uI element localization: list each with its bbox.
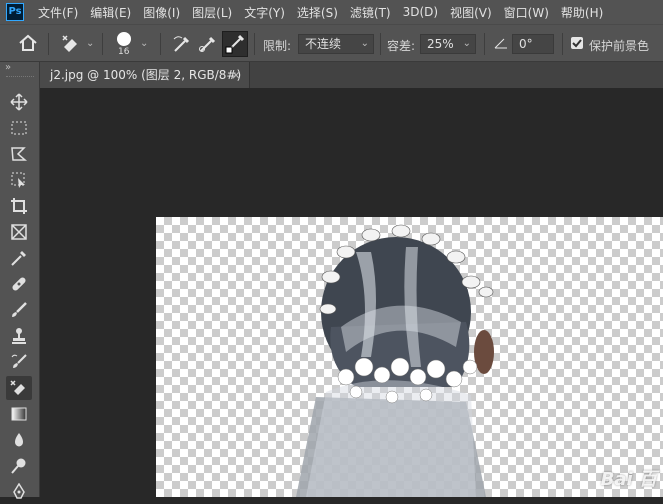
photoshop-logo: Ps xyxy=(6,3,24,21)
dodge-tool[interactable] xyxy=(6,454,32,478)
pen-tool[interactable] xyxy=(6,480,32,504)
limit-label: 限制: xyxy=(263,39,292,53)
tolerance-field[interactable]: 25% ⌄ xyxy=(420,34,476,54)
toolbar-grip[interactable] xyxy=(6,76,34,79)
gradient-icon xyxy=(11,407,27,421)
droplet-icon xyxy=(15,433,23,447)
dodge-icon xyxy=(11,458,26,474)
menu-view[interactable]: 视图(V) xyxy=(444,4,498,21)
limit-chevron-down-icon: ⌄ xyxy=(360,38,369,49)
crop-icon xyxy=(11,198,27,214)
menu-help[interactable]: 帮助(H) xyxy=(555,4,609,21)
eyedropper-icon xyxy=(11,251,26,266)
brush-chevron-down-icon[interactable]: ⌄ xyxy=(140,38,148,49)
limit-value: 不连续 xyxy=(305,37,342,51)
background-eraser-tool[interactable] xyxy=(6,376,32,400)
eyedropper-tool[interactable] xyxy=(6,246,32,270)
stamp-icon xyxy=(12,328,26,344)
menu-filter[interactable]: 滤镜(T) xyxy=(344,4,397,21)
options-bar: ⌄ 16 ⌄ 限制: 不连续 ⌄ 容差: 25% ⌄ 0° 保护前景色 xyxy=(0,24,663,62)
sampling-once-icon[interactable] xyxy=(198,34,218,57)
frame-tool[interactable] xyxy=(6,220,32,244)
blur-tool[interactable] xyxy=(6,428,32,452)
lasso-tool[interactable] xyxy=(6,142,32,166)
healing-tool[interactable] xyxy=(6,272,32,296)
gradient-tool[interactable] xyxy=(6,402,32,426)
document-tab-strip: j2.jpg @ 100% (图层 2, RGB/8#) * × xyxy=(40,62,663,108)
bandage-icon xyxy=(12,277,26,291)
angle-icon xyxy=(494,36,508,53)
protect-foreground-checkbox[interactable] xyxy=(571,37,583,49)
tolerance-value: 25% xyxy=(427,37,454,51)
document-canvas[interactable]: Bai 百 xyxy=(156,217,663,497)
limit-dropdown[interactable]: 不连续 ⌄ xyxy=(298,34,374,54)
angle-value: 0° xyxy=(519,37,533,51)
pen-icon xyxy=(13,483,25,499)
brush-size-value: 16 xyxy=(118,47,130,57)
protect-foreground-label: 保护前景色 xyxy=(589,39,650,53)
clone-stamp-tool[interactable] xyxy=(6,324,32,348)
history-brush-tool[interactable] xyxy=(6,350,32,374)
menu-layer[interactable]: 图层(L) xyxy=(186,4,238,21)
object-select-icon xyxy=(11,172,25,188)
background-eraser-preset-icon[interactable] xyxy=(60,33,84,58)
angle-field[interactable]: 0° xyxy=(512,34,554,54)
sampling-swatch-button[interactable] xyxy=(222,31,248,57)
tolerance-label: 容差: xyxy=(387,39,416,53)
bride-veil-image xyxy=(296,224,494,497)
brush-icon xyxy=(12,302,27,317)
menu-file[interactable]: 文件(F) xyxy=(32,4,84,21)
history-brush-icon xyxy=(11,354,27,368)
tolerance-chevron-down-icon: ⌄ xyxy=(462,38,471,49)
crop-tool[interactable] xyxy=(6,194,32,218)
canvas-area[interactable]: Bai 百 xyxy=(40,88,663,497)
menu-image[interactable]: 图像(I) xyxy=(137,4,186,21)
menu-bar: Ps 文件(F) 编辑(E) 图像(I) 图层(L) 文字(Y) 选择(S) 滤… xyxy=(0,0,663,24)
watermark-text: Bai 百 xyxy=(600,469,657,490)
close-tab-icon[interactable]: × xyxy=(231,62,241,88)
background-eraser-icon xyxy=(10,380,25,395)
menu-type[interactable]: 文字(Y) xyxy=(238,4,291,21)
marquee-icon xyxy=(11,121,27,135)
sampling-continuous-icon[interactable] xyxy=(172,34,192,57)
move-tool[interactable] xyxy=(6,90,32,114)
toolbar-collapse-icon[interactable]: » xyxy=(5,62,11,73)
move-icon xyxy=(10,93,28,111)
menu-window[interactable]: 窗口(W) xyxy=(498,4,555,21)
document-tab[interactable]: j2.jpg @ 100% (图层 2, RGB/8#) * × xyxy=(40,62,250,108)
lasso-icon xyxy=(11,147,28,161)
object-select-tool[interactable] xyxy=(6,168,32,192)
brush-tool[interactable] xyxy=(6,298,32,322)
menu-edit[interactable]: 编辑(E) xyxy=(84,4,137,21)
tools-panel: » xyxy=(0,62,40,499)
menu-3d[interactable]: 3D(D) xyxy=(397,5,444,19)
preset-chevron-down-icon[interactable]: ⌄ xyxy=(86,38,94,49)
home-icon[interactable] xyxy=(18,34,38,55)
menu-select[interactable]: 选择(S) xyxy=(291,4,344,21)
frame-icon xyxy=(11,224,27,240)
marquee-tool[interactable] xyxy=(6,116,32,140)
